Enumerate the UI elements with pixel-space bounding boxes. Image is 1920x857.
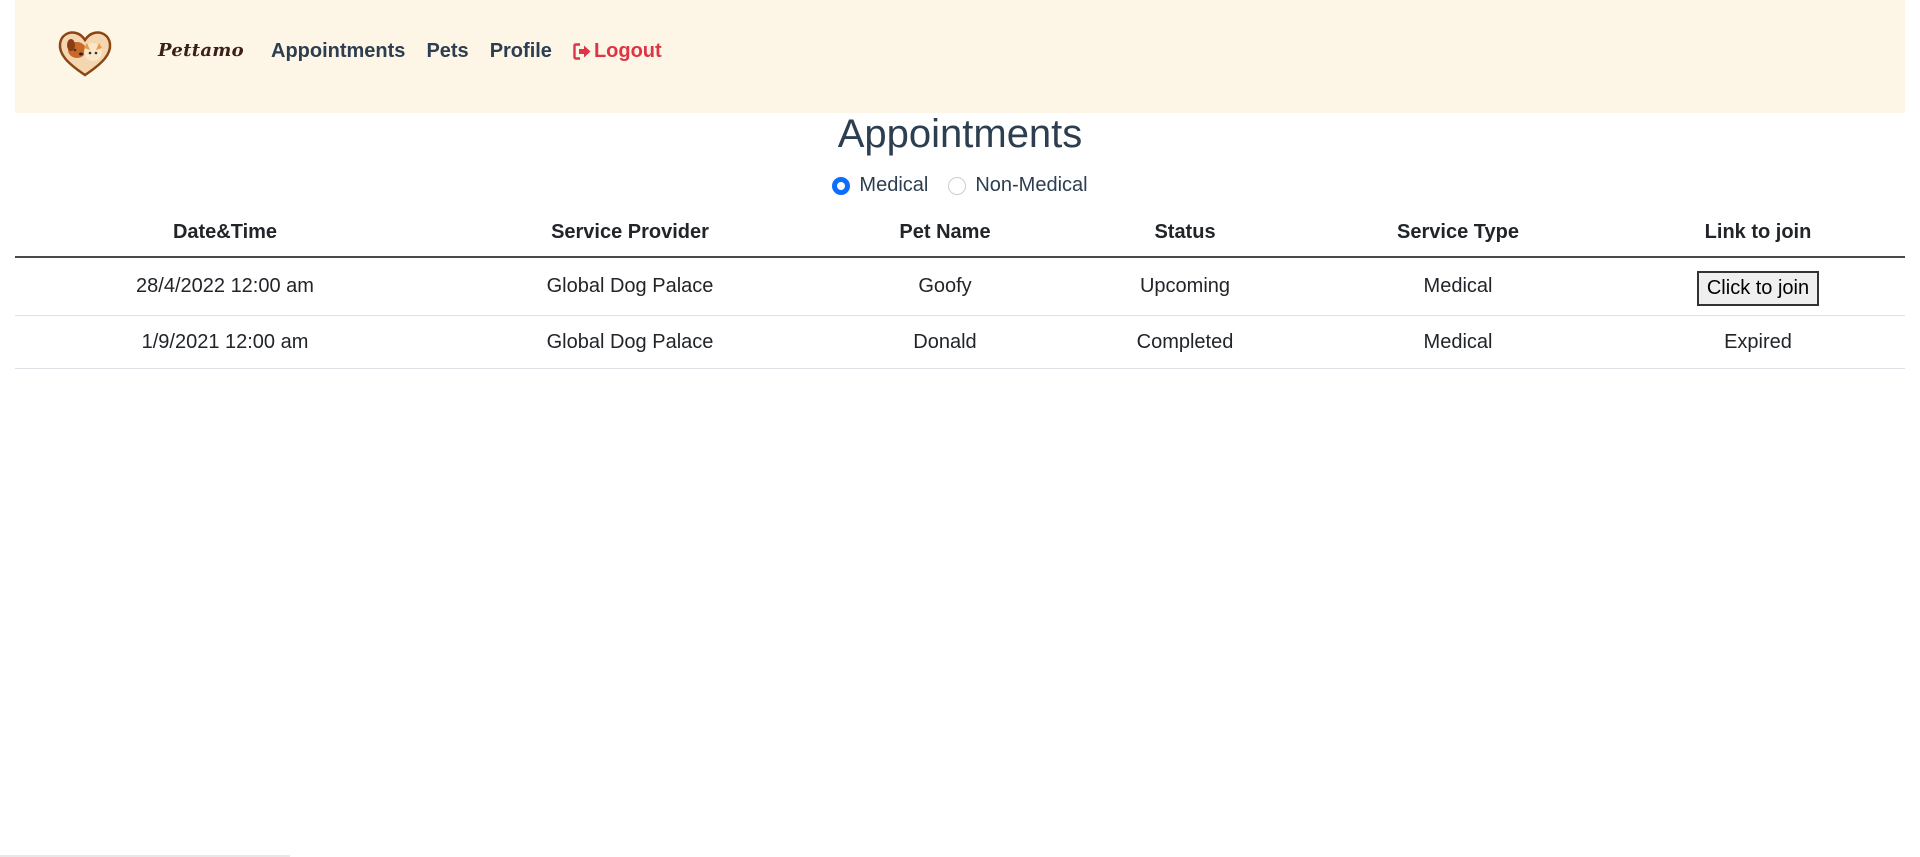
- nav-pets-link[interactable]: Pets: [426, 40, 468, 63]
- cell-status: Upcoming: [1065, 257, 1305, 316]
- non-medical-radio-label: Non-Medical: [975, 174, 1088, 196]
- cell-pet-name: Donald: [825, 315, 1065, 369]
- medical-radio-option[interactable]: Medical: [832, 174, 928, 197]
- table-row: 28/4/2022 12:00 am Global Dog Palace Goo…: [15, 257, 1905, 316]
- cell-service-provider: Global Dog Palace: [435, 257, 825, 316]
- cell-pet-name: Goofy: [825, 257, 1065, 316]
- non-medical-radio-option[interactable]: Non-Medical: [948, 174, 1088, 197]
- medical-radio-button[interactable]: [832, 176, 851, 195]
- table-row: 1/9/2021 12:00 am Global Dog Palace Dona…: [15, 315, 1905, 369]
- click-to-join-button[interactable]: Click to join: [1696, 271, 1820, 306]
- cell-link-expired: Expired: [1611, 315, 1905, 369]
- cell-service-type: Medical: [1305, 315, 1611, 369]
- appointment-type-filter: Medical Non-Medical: [0, 174, 1920, 197]
- nav-links: Appointments Pets Profile Logout: [271, 40, 662, 63]
- nav-appointments-link[interactable]: Appointments: [271, 40, 405, 63]
- cell-service-provider: Global Dog Palace: [435, 315, 825, 369]
- non-medical-radio-button[interactable]: [948, 176, 967, 195]
- appointments-table: Date&Time Service Provider Pet Name Stat…: [15, 208, 1905, 369]
- medical-radio-label: Medical: [859, 174, 929, 196]
- nav-profile-link[interactable]: Profile: [490, 40, 552, 63]
- cell-datetime: 28/4/2022 12:00 am: [15, 257, 435, 316]
- nav-logout-link[interactable]: Logout: [573, 40, 662, 63]
- cell-status: Completed: [1065, 315, 1305, 369]
- brand-name[interactable]: Pettamo: [158, 40, 244, 61]
- header-service-type: Service Type: [1305, 208, 1611, 258]
- table-header-row: Date&Time Service Provider Pet Name Stat…: [15, 208, 1905, 258]
- cell-service-type: Medical: [1305, 257, 1611, 316]
- cell-datetime: 1/9/2021 12:00 am: [15, 315, 435, 369]
- heart-pets-logo-icon[interactable]: [57, 28, 113, 78]
- header-status: Status: [1065, 208, 1305, 258]
- header-pet-name: Pet Name: [825, 208, 1065, 258]
- navbar: Pettamo Appointments Pets Profile Logout: [15, 0, 1905, 113]
- header-link-to-join: Link to join: [1611, 208, 1905, 258]
- header-datetime: Date&Time: [15, 208, 435, 258]
- header-service-provider: Service Provider: [435, 208, 825, 258]
- sign-out-icon: [573, 43, 591, 60]
- page-title: Appointments: [837, 112, 1083, 156]
- cell-link: Click to join: [1611, 257, 1905, 316]
- logout-label: Logout: [593, 40, 662, 62]
